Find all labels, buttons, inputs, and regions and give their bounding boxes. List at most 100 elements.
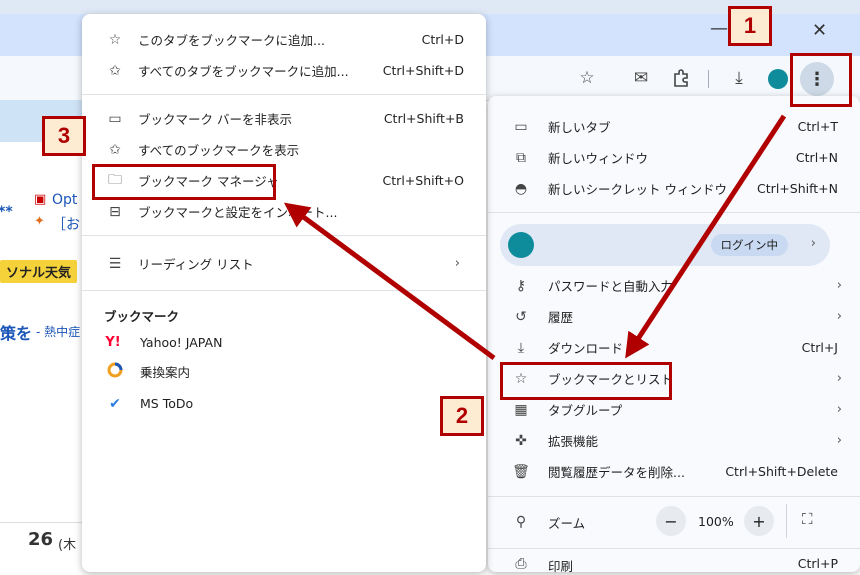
bg-news-suffix[interactable]: - 熱中症 [36, 323, 80, 340]
download-icon[interactable]: ⤓ [728, 67, 750, 89]
menu-item-downloads[interactable]: ⤓ ダウンロード Ctrl+J [488, 332, 860, 363]
highlight-bookmark-manager [92, 164, 276, 200]
fullscreen-icon[interactable]: ⛶ [802, 510, 813, 528]
minimize-button[interactable]: — [710, 18, 728, 39]
menu-separator [82, 290, 486, 291]
menu-item-shortcut: Ctrl+D [421, 32, 464, 47]
new-tab-icon: ▭ [514, 118, 528, 135]
menu-item-shortcut: Ctrl+Shift+O [382, 173, 464, 188]
history-icon: ↺ [515, 308, 527, 325]
menu-item-label: 履歴 [548, 310, 574, 325]
menu-item-label: すべてのブックマークを表示 [138, 143, 300, 158]
menu-item-bookmark-this-tab[interactable]: ☆ このタブをブックマークに追加... Ctrl+D [82, 24, 486, 55]
menu-item-hide-bookmark-bar[interactable]: ▭ ブックマーク バーを非表示 Ctrl+Shift+B [82, 103, 486, 134]
profile-avatar[interactable] [768, 69, 788, 89]
weather-button[interactable]: ソナル天気 [0, 260, 78, 283]
menu-item-new-tab[interactable]: ▭ 新しいタブ Ctrl+T [488, 111, 860, 142]
bg-icon-hammer: ✦ [34, 214, 45, 229]
menu-item-label: 新しいシークレット ウィンドウ [548, 182, 727, 197]
menu-item-passwords[interactable]: ⚷ パスワードと自動入力 › [488, 270, 860, 301]
menu-item-reading-list[interactable]: ☰ リーディング リスト › [82, 248, 486, 279]
bg-news-link[interactable]: 策を [0, 320, 32, 344]
transit-icon [106, 362, 124, 382]
menu-item-shortcut: Ctrl+P [797, 556, 838, 571]
menu-separator [488, 548, 860, 549]
bookmark-label: Yahoo! JAPAN [140, 335, 223, 350]
bg-text-opt: Opt [52, 192, 78, 208]
menu-item-shortcut: Ctrl+Shift+N [757, 181, 838, 196]
menu-item-label: タブグループ [548, 403, 623, 418]
menu-item-label: リーディング リスト [138, 257, 254, 272]
tab-groups-icon: ▦ [514, 401, 528, 418]
menu-item-history[interactable]: ↺ 履歴 › [488, 301, 860, 332]
zoom-out-button[interactable]: − [656, 506, 686, 536]
mail-icon[interactable]: ✉ [630, 67, 652, 89]
menu-item-label: 新しいタブ [548, 120, 611, 135]
login-status-badge: ログイン中 [710, 234, 788, 256]
menu-item-label: このタブをブックマークに追加... [138, 33, 325, 48]
menu-item-label: ブックマークと設定をインポート... [138, 205, 338, 220]
star-icon[interactable]: ☆ [576, 67, 598, 89]
bookmark-label: 乗換案内 [140, 365, 191, 380]
new-window-icon: ⧉ [516, 149, 526, 166]
toolbar-divider [708, 70, 709, 88]
chevron-right-icon: › [836, 278, 842, 293]
menu-item-clear-browsing-data[interactable]: 🗑 閲覧履歴データを削除... Ctrl+Shift+Delete [488, 456, 860, 487]
bg-icon-p: ▣ [34, 192, 47, 207]
menu-item-label: 印刷 [548, 559, 574, 574]
bg-date-suffix: (木 [58, 538, 77, 553]
menu-item-show-all-bookmarks[interactable]: ✩ すべてのブックマークを表示 [82, 134, 486, 165]
menu-separator [488, 212, 860, 213]
zoom-divider [786, 504, 787, 538]
chrome-main-menu: ▭ 新しいタブ Ctrl+T ⧉ 新しいウィンドウ Ctrl+N ◓ 新しいシー… [488, 96, 860, 574]
zoom-in-button[interactable]: + [744, 506, 774, 536]
bookmark-item-yahoo[interactable]: Y! Yahoo! JAPAN [82, 327, 486, 358]
chevron-right-icon: › [810, 236, 816, 251]
menu-item-shortcut: Ctrl+Shift+Delete [725, 464, 838, 479]
extension-icon[interactable] [670, 67, 692, 89]
step-badge-2: 2 [440, 396, 484, 436]
chevron-right-icon: › [836, 433, 842, 448]
menu-item-label: ダウンロード [548, 341, 624, 356]
menu-item-new-window[interactable]: ⧉ 新しいウィンドウ Ctrl+N [488, 142, 860, 173]
todo-icon: ✔ [109, 395, 121, 412]
close-window-button[interactable]: ✕ [812, 20, 827, 41]
menu-item-bookmark-all-tabs[interactable]: ✩ すべてのタブをブックマークに追加... Ctrl+Shift+D [82, 55, 486, 86]
bg-divider [0, 522, 82, 523]
chevron-right-icon: › [836, 402, 842, 417]
yahoo-icon: Y! [105, 335, 121, 350]
menu-item-shortcut: Ctrl+J [801, 340, 838, 355]
star-multi-icon: ✩ [109, 62, 121, 79]
avatar [508, 232, 534, 258]
step-badge-3: 3 [42, 116, 86, 156]
trash-icon: 🗑 [512, 463, 530, 480]
menu-separator [488, 496, 860, 497]
menu-item-extensions[interactable]: ✜ 拡張機能 › [488, 425, 860, 456]
bookmark-item-transit[interactable]: 乗換案内 [82, 356, 486, 387]
import-icon: ⊟ [109, 203, 121, 220]
highlight-kebab-menu [790, 53, 852, 107]
bookmark-submenu: ☆ このタブをブックマークに追加... Ctrl+D ✩ すべてのタブをブックマ… [82, 14, 486, 572]
menu-item-incognito[interactable]: ◓ 新しいシークレット ウィンドウ Ctrl+Shift+N [488, 173, 860, 204]
bookmarks-section-title: ブックマーク [104, 309, 180, 324]
bg-text-asterisks: ** [0, 204, 13, 220]
menu-item-label: 新しいウィンドウ [548, 151, 649, 166]
chevron-right-icon: › [836, 309, 842, 324]
chevron-right-icon: › [836, 371, 842, 386]
bookmark-label: MS ToDo [140, 396, 194, 411]
menu-item-print[interactable]: ⎙ 印刷 Ctrl+P [488, 554, 860, 574]
menu-item-label: ブックマーク バーを非表示 [138, 112, 292, 127]
download-icon: ⤓ [517, 339, 525, 356]
profile-row[interactable]: ログイン中 › [500, 224, 830, 266]
menu-item-shortcut: Ctrl+N [795, 150, 838, 165]
bookmark-item-ms-todo[interactable]: ✔ MS ToDo [82, 388, 486, 419]
extension-icon: ✜ [515, 432, 527, 449]
menu-item-import-bookmarks[interactable]: ⊟ ブックマークと設定をインポート... [82, 196, 486, 227]
zoom-value: 100% [698, 514, 734, 529]
bg-text-bracket: ［お [52, 217, 80, 233]
key-icon: ⚷ [515, 277, 527, 294]
menu-item-shortcut: Ctrl+T [797, 119, 838, 134]
zoom-icon: ⚲ [515, 514, 527, 530]
zoom-label: ズーム [548, 515, 586, 531]
menu-item-shortcut: Ctrl+Shift+B [383, 111, 464, 126]
